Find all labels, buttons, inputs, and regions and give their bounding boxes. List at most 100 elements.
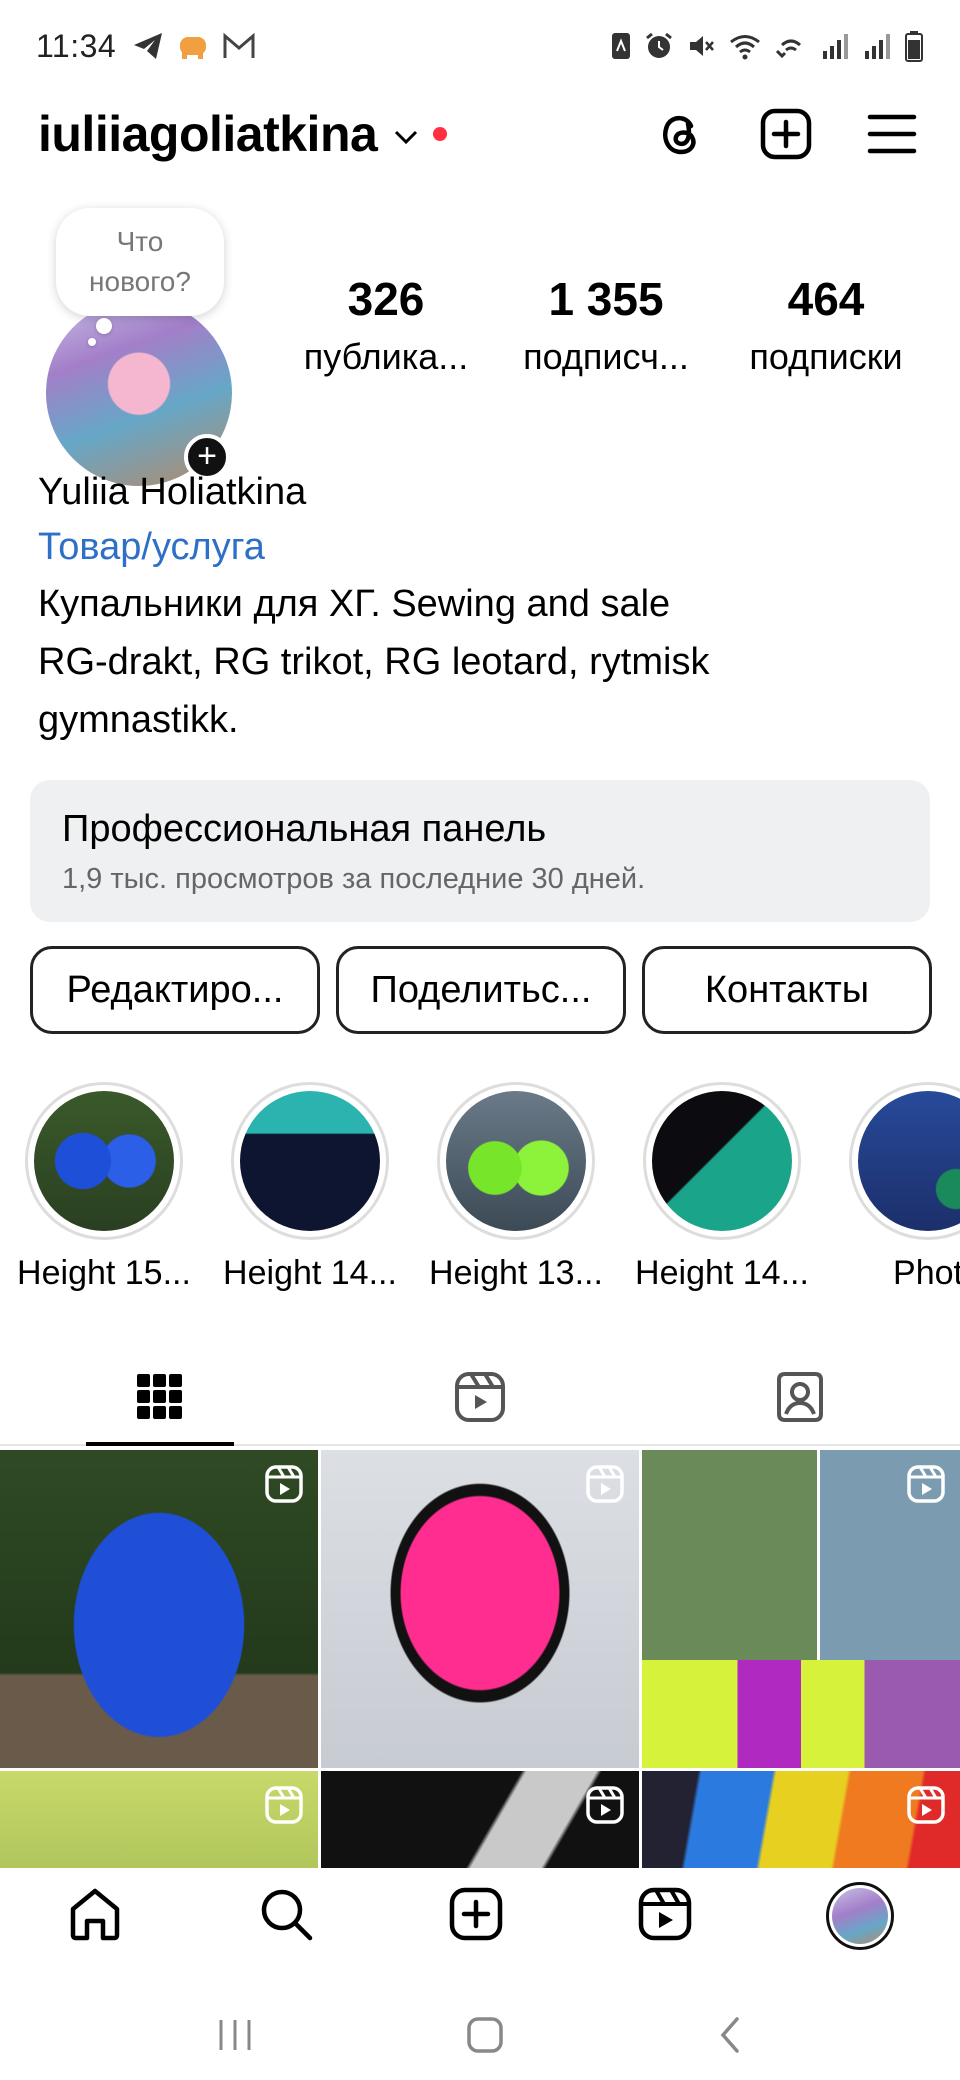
wifi-calling-icon [775,39,801,59]
signal-icon [823,34,848,59]
notification-dot [433,127,448,141]
contacts-button[interactable]: Контакты [642,946,932,1034]
bio-line: Купальники для ХГ. Sewing and sale [38,583,671,625]
note-bubble[interactable]: Что нового? [56,208,224,316]
highlight-label: Height 14... [223,1254,397,1292]
stat-posts[interactable]: 326 публика... [276,272,496,378]
highlight-item[interactable]: Phot [828,1082,960,1293]
alarm-icon [646,32,672,58]
reel-badge-icon [907,1786,945,1824]
elephant-icon [180,37,207,59]
stat-value: 1 355 [548,273,664,325]
note-tail [88,338,96,346]
reel-badge-icon [586,1786,624,1824]
profile-tabs [0,1350,960,1446]
category-link[interactable]: Товар/услуга [38,519,928,575]
tab-tagged[interactable] [640,1350,960,1444]
stat-label: подписч... [523,336,689,377]
note-text-line2: нового? [89,266,191,297]
profile-header: iuliiagoliatkina [0,92,960,176]
username-title[interactable]: iuliiagoliatkina [38,105,378,163]
highlight-item[interactable]: Height 14... [210,1082,410,1293]
plus-square-icon [449,1887,503,1940]
signal-icon [865,34,890,59]
stat-value: 464 [787,273,865,325]
recents-icon[interactable] [215,2017,255,2053]
home-icon [71,1888,120,1940]
nfc-icon [612,33,630,59]
status-bar: 11:34 [0,0,960,92]
avatar [825,1882,894,1950]
battery-icon [905,31,923,62]
professional-dashboard[interactable]: Профессиональная панель 1,9 тыс. просмот… [30,780,930,922]
wifi-icon [730,35,760,60]
tab-posts-grid[interactable] [0,1350,320,1446]
note-text-line1: Что [116,226,164,257]
stat-label: подписки [749,336,903,377]
system-navigation [0,1990,960,2080]
profile-stats: 326 публика... 1 355 подписч... 464 подп… [276,272,936,378]
back-icon[interactable] [715,2015,745,2055]
highlight-label: Height 13... [429,1254,603,1292]
search-icon [261,1889,313,1940]
reel-badge-icon [265,1465,303,1503]
stat-label: публика... [303,336,469,377]
create-button[interactable] [756,104,816,164]
post-thumbnail[interactable] [642,1450,960,1768]
threads-button[interactable] [650,104,710,164]
stat-value: 326 [347,273,425,325]
reel-badge-icon [586,1465,624,1503]
nav-search[interactable] [257,1885,315,1948]
bottom-navigation [0,1868,960,1964]
stat-following[interactable]: 464 подписки [716,272,936,378]
pro-panel-title: Профессиональная панель [62,808,547,850]
bio-line: RG-drakt, RG trikot, RG leotard, rytmisk [38,641,710,683]
edit-profile-button[interactable]: Редактиро... [30,946,320,1034]
nav-reels[interactable] [637,1886,693,1947]
gmail-icon [223,32,255,58]
nav-create[interactable] [448,1886,504,1947]
highlight-item[interactable]: Height 13... [416,1082,616,1293]
post-thumbnail[interactable] [321,1771,639,1870]
nav-profile[interactable] [825,1882,894,1950]
share-profile-button[interactable]: Поделитьс... [336,946,626,1034]
reel-badge-icon [907,1465,945,1503]
highlight-cover [858,1091,960,1231]
tagged-person-icon [777,1372,823,1422]
display-name: Yuliia Holiatkina [38,471,307,513]
profile-bio: Yuliia Holiatkina Товар/услуга Купальник… [38,465,928,749]
reels-icon [455,1372,505,1422]
note-tail [96,318,112,334]
chevron-down-icon[interactable] [393,128,419,146]
highlight-label: Height 15... [17,1254,191,1292]
tab-reels[interactable] [320,1350,640,1444]
plus-square-icon [760,108,812,160]
highlight-cover [240,1091,380,1231]
stat-followers[interactable]: 1 355 подписч... [496,272,716,378]
story-highlights: Height 15... Height 14... Height 13... H… [0,1082,960,1302]
mute-icon [690,36,714,56]
threads-icon [663,115,696,155]
post-thumbnail[interactable] [321,1450,639,1768]
highlight-item[interactable]: Height 14... [622,1082,822,1293]
highlight-label: Height 14... [635,1254,809,1292]
reel-badge-icon [265,1786,303,1824]
hamburger-menu-icon [867,114,917,154]
highlight-label: Phot [893,1254,960,1292]
highlight-cover [34,1091,174,1231]
nav-home[interactable] [66,1885,124,1948]
grid-icon [137,1374,182,1419]
highlight-cover [652,1091,792,1231]
status-time: 11:34 [36,27,117,64]
highlight-item[interactable]: Height 15... [4,1082,204,1293]
home-button-icon[interactable] [465,2015,505,2055]
profile-summary: Что нового? + 326 публика... 1 355 подпи… [0,200,960,486]
post-thumbnail[interactable] [642,1771,960,1870]
reels-icon [638,1887,692,1940]
post-thumbnail[interactable] [0,1771,318,1870]
profile-avatar[interactable]: + [46,300,232,486]
bio-line: gymnastikk. [38,699,239,741]
post-thumbnail[interactable] [0,1450,318,1768]
menu-button[interactable] [862,104,922,164]
telegram-icon [134,33,163,59]
